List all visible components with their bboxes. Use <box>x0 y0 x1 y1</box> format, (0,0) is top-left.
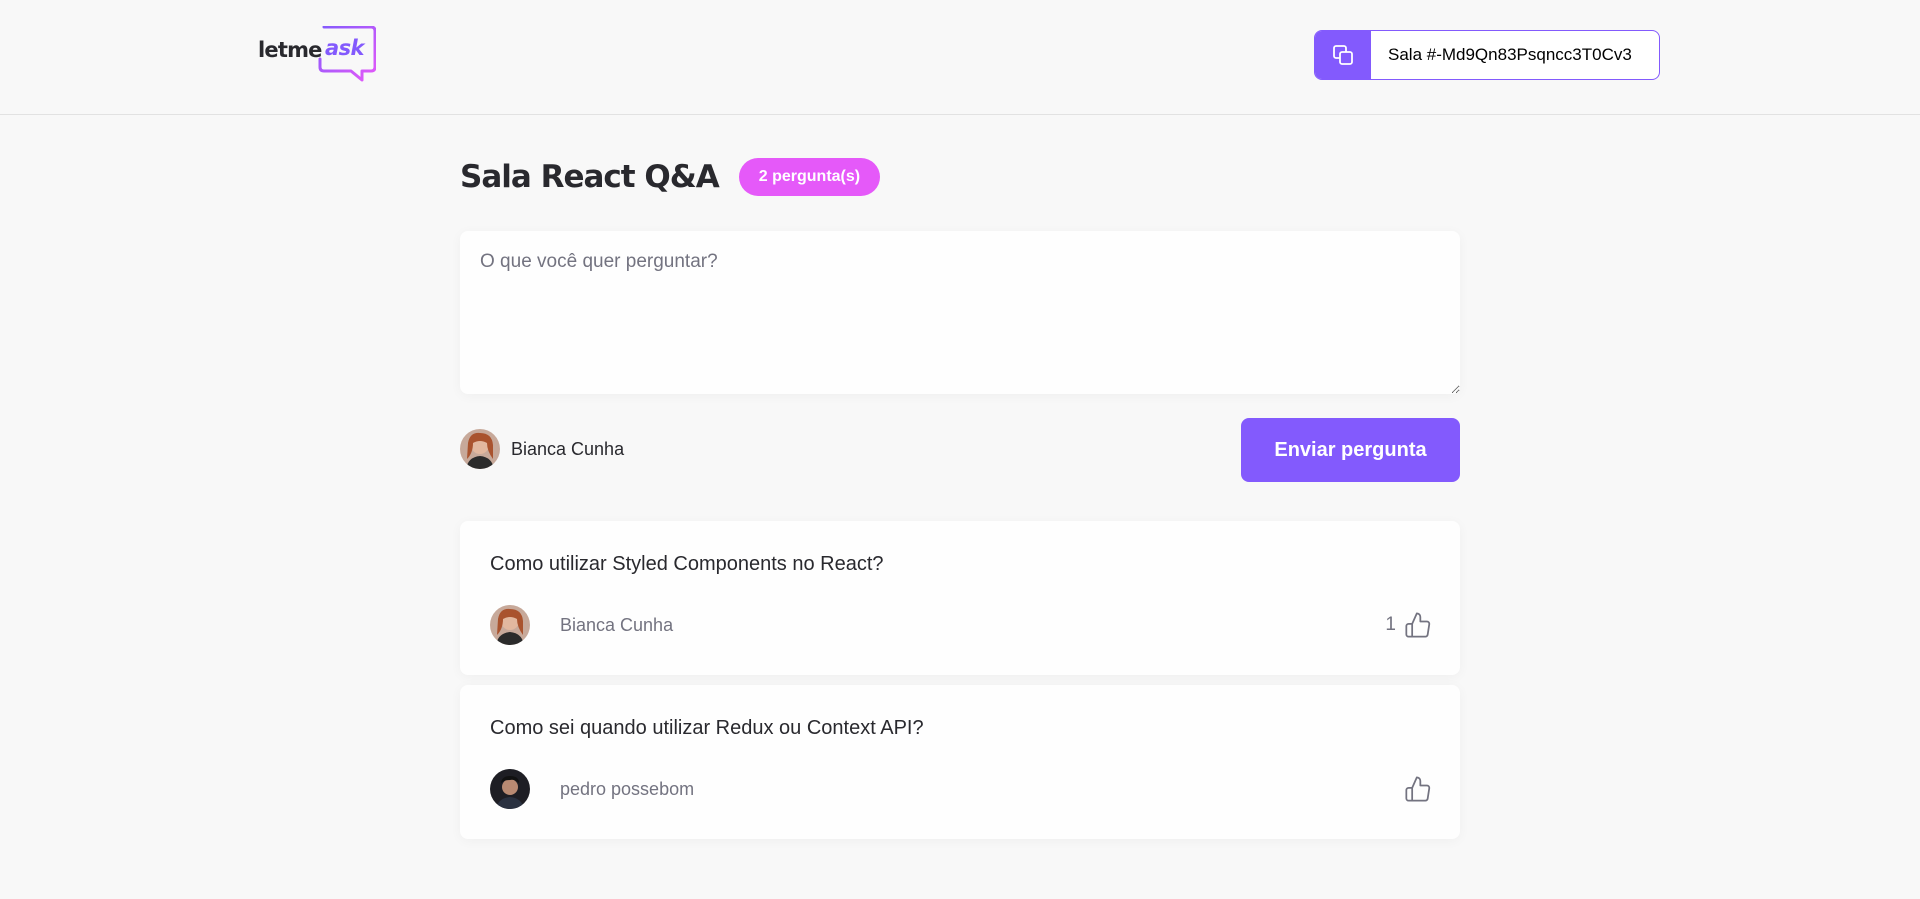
avatar <box>490 769 530 809</box>
logo-text-letme: letme <box>258 38 322 62</box>
like-button[interactable] <box>1396 771 1432 807</box>
send-question-button[interactable]: Enviar pergunta <box>1241 418 1460 482</box>
question-card: Como sei quando utilizar Redux ou Contex… <box>460 685 1460 839</box>
question-text: Como utilizar Styled Components no React… <box>490 553 884 575</box>
thumbs-up-icon <box>1405 612 1431 638</box>
letmeask-logo[interactable]: letme ask <box>258 24 378 86</box>
author-name: Bianca Cunha <box>560 614 674 635</box>
avatar <box>490 605 530 645</box>
room-title: Sala React Q&A <box>460 159 720 195</box>
author-name: pedro possebom <box>560 778 695 799</box>
like-button[interactable]: 1 <box>1385 607 1432 643</box>
question-text: Como sei quando utilizar Redux ou Contex… <box>490 717 924 739</box>
room-code-value: #-Md9Qn83Psqncc3T0Cv3 <box>1426 45 1632 64</box>
current-user-name: Bianca Cunha <box>511 438 625 459</box>
header: letme ask Sala #-Md9Qn83Psqncc3T0Cv3 <box>0 0 1920 115</box>
room-code-label: Sala #-Md9Qn83Psqncc3T0Cv3 <box>1371 31 1659 79</box>
question-card: Como utilizar Styled Components no React… <box>460 521 1460 675</box>
room-code-prefix: Sala <box>1388 45 1427 64</box>
thumbs-up-icon <box>1405 776 1431 802</box>
copy-room-code-button[interactable]: Sala #-Md9Qn83Psqncc3T0Cv3 <box>1314 30 1660 80</box>
logo-text-ask: ask <box>325 36 364 60</box>
room-title-row: Sala React Q&A 2 pergunta(s) <box>460 157 881 197</box>
question-author: Bianca Cunha <box>490 605 673 645</box>
user-info: Bianca Cunha <box>460 429 624 469</box>
question-author: pedro possebom <box>490 769 694 809</box>
form-footer: Bianca Cunha Enviar pergunta <box>460 418 1460 482</box>
copy-icon <box>1315 31 1371 79</box>
question-count-badge: 2 pergunta(s) <box>738 158 881 196</box>
like-count: 1 <box>1385 614 1396 635</box>
question-input[interactable] <box>460 231 1460 394</box>
avatar <box>460 429 500 469</box>
